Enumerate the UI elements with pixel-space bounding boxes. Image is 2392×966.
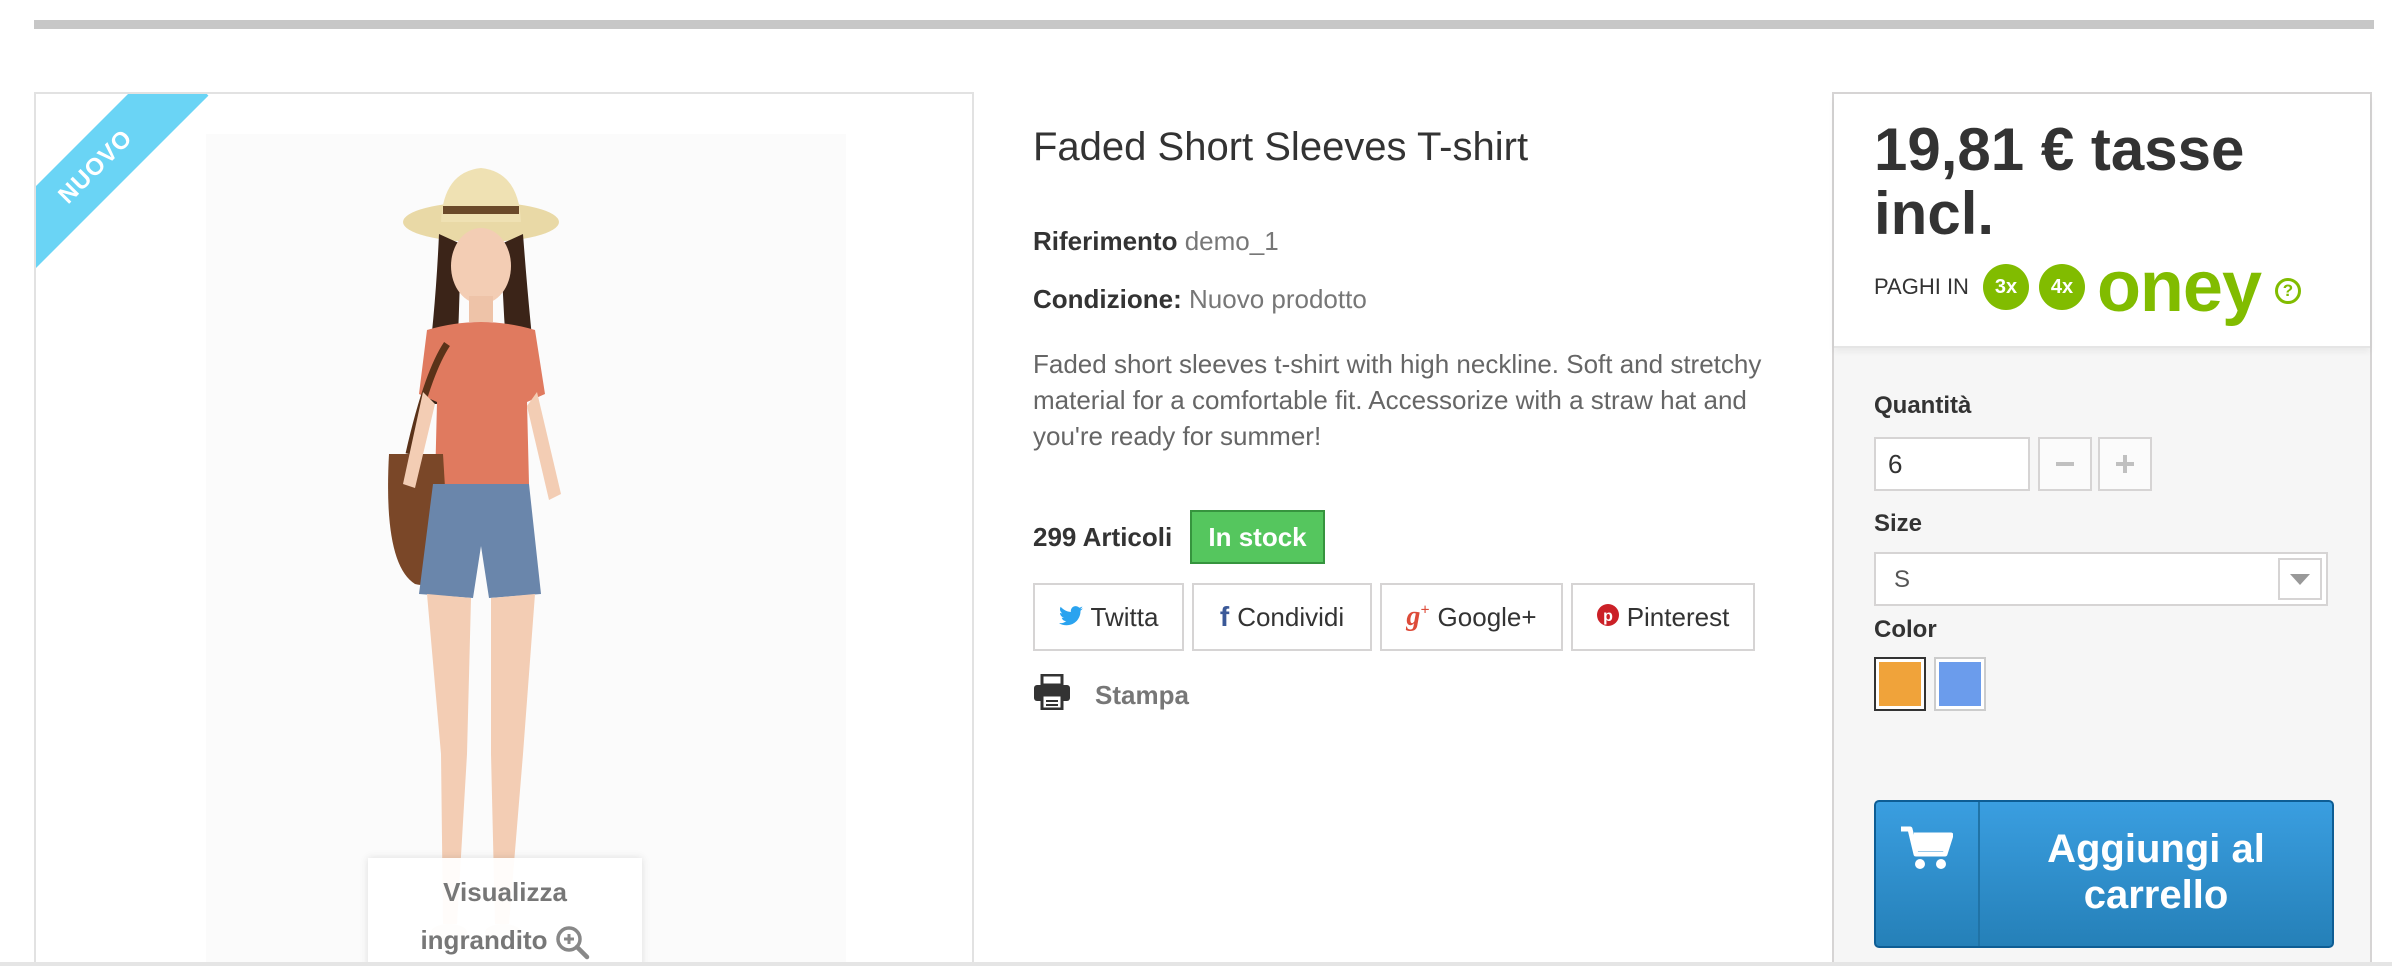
color-swatch-orange[interactable]	[1874, 657, 1926, 711]
size-selected-value: S	[1894, 566, 1911, 593]
twitter-label: Twitta	[1090, 601, 1159, 632]
reference-label: Riferimento	[1033, 226, 1178, 256]
print-label: Stampa	[1095, 680, 1189, 710]
quantity-decrease-button[interactable]	[2038, 437, 2092, 491]
product-photo[interactable]	[331, 154, 631, 966]
condition-row: Condizione: Nuovo prodotto	[1033, 284, 1367, 315]
facebook-share-button[interactable]: f Condividi	[1192, 583, 1372, 651]
installment-3x-badge: 3x	[1982, 264, 2029, 310]
quantity-label: Quantità	[1874, 392, 1972, 419]
twitter-share-button[interactable]: Twitta	[1033, 583, 1184, 651]
chevron-down-icon[interactable]	[2278, 558, 2322, 600]
minus-icon	[2056, 462, 2074, 466]
product-price: 19,81 € tasse incl.	[1874, 116, 2245, 247]
oney-logo: oney	[2096, 247, 2262, 327]
product-description: Faded short sleeves t-shirt with high ne…	[1033, 349, 1762, 451]
help-icon[interactable]: ?	[2275, 278, 2301, 304]
google-plus-icon: g+	[1406, 601, 1430, 632]
pinterest-share-button[interactable]: p Pinterest	[1571, 583, 1755, 651]
facebook-label: Condividi	[1237, 601, 1345, 632]
reference-value: demo_1	[1184, 226, 1279, 256]
zoom-label-line1: Visualizza	[443, 877, 567, 907]
product-title: Faded Short Sleeves T-shirt	[1033, 125, 1529, 169]
buy-box: 19,81 € tasse incl. PAGHI IN 3x 4x oney …	[1832, 92, 2372, 966]
add-to-cart-label: Aggiungi al carrello	[2047, 827, 2265, 917]
color-swatch-blue[interactable]	[1934, 657, 1986, 711]
google-plus-share-button[interactable]: g+ Google+	[1380, 583, 1563, 651]
svg-text:p: p	[1603, 608, 1613, 625]
price-section: 19,81 € tasse incl. PAGHI IN 3x 4x oney …	[1834, 94, 2370, 348]
bottom-divider	[0, 962, 2392, 966]
facebook-icon: f	[1219, 601, 1230, 632]
pinterest-label: Pinterest	[1626, 601, 1730, 632]
stock-status-badge: In stock	[1190, 510, 1325, 564]
pinterest-icon: p	[1596, 601, 1619, 633]
condition-label: Condizione:	[1033, 284, 1182, 314]
size-label: Size	[1874, 510, 1923, 537]
oney-payment-row[interactable]: PAGHI IN 3x 4x oney ?	[1874, 247, 2301, 327]
zoom-label-line2: ingrandito	[420, 925, 548, 955]
color-label: Color	[1874, 616, 1937, 643]
print-link[interactable]: Stampa	[1033, 673, 1189, 717]
zoom-in-icon	[554, 916, 590, 964]
quantity-input[interactable]	[1874, 437, 2030, 491]
plus-icon	[2116, 455, 2134, 473]
new-badge-label: NUOVO	[36, 94, 209, 270]
reference-row: Riferimento demo_1	[1033, 226, 1279, 257]
product-image-box: NUOVO Visualizza ingrandito	[34, 92, 974, 966]
twitter-icon	[1058, 601, 1083, 633]
zoom-button[interactable]: Visualizza ingrandito	[368, 858, 642, 966]
new-ribbon: NUOVO	[36, 94, 212, 270]
paghi-in-label: PAGHI IN	[1874, 274, 1969, 299]
quantity-increase-button[interactable]	[2098, 437, 2152, 491]
stock-count: 299 Articoli	[1033, 522, 1173, 552]
installment-4x-badge: 4x	[2038, 264, 2085, 310]
top-divider	[34, 20, 2374, 29]
google-plus-label: Google+	[1437, 601, 1537, 632]
size-select[interactable]: S	[1874, 552, 2328, 606]
add-to-cart-button[interactable]: Aggiungi al carrello	[1874, 800, 2334, 948]
printer-icon	[1033, 673, 1071, 717]
condition-value: Nuovo prodotto	[1189, 284, 1367, 314]
cart-icon	[1876, 802, 1980, 946]
